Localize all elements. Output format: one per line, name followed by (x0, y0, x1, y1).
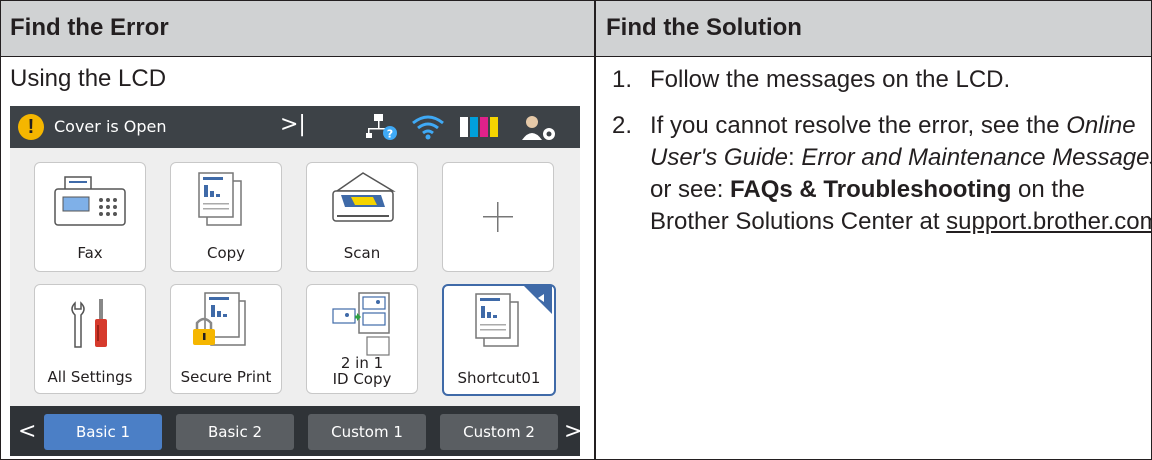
rule-middle (594, 0, 596, 460)
using-lcd-label: Using the LCD (10, 65, 167, 92)
scan-label: Scan (343, 244, 381, 262)
error-solution-table: Find the Error Find the Solution Using t… (0, 0, 1152, 460)
id-copy-label-1: 2 in 1 (340, 354, 384, 372)
step-1-number: 1. (612, 66, 633, 93)
lcd-status-bar: ! Cover is Open >| ? (10, 106, 580, 148)
step-2-or-see: or see: (650, 176, 731, 203)
warning-icon[interactable]: ! (18, 114, 44, 140)
step-2-text: If you cannot resolve the error, see the… (650, 110, 1152, 238)
step-2-intro: If you cannot resolve the error, see the (650, 112, 1060, 139)
shortcut01-label: Shortcut01 (457, 369, 541, 387)
fax-label: Fax (77, 244, 103, 262)
header-find-error-text: Find the Error (10, 14, 169, 41)
rule-left (0, 0, 1, 460)
tab-basic-1[interactable]: Basic 1 (44, 414, 162, 450)
svg-text:?: ? (387, 128, 393, 141)
wrench-screwdriver-icon (71, 299, 107, 348)
error-messages-ref: Error and Maintenance Messages (801, 144, 1152, 171)
rule-header (0, 56, 1152, 57)
next-page-icon[interactable]: >| (280, 112, 306, 137)
all-settings-tile[interactable]: All Settings (34, 284, 146, 394)
tab-next-icon[interactable]: > (564, 414, 580, 450)
header-find-solution: Find the Solution (596, 0, 1152, 56)
wifi-icon[interactable] (410, 114, 446, 140)
id-copy-tile[interactable]: 2 in 1 ID Copy (306, 284, 418, 394)
copy-label: Copy (206, 244, 246, 262)
copy-tile[interactable]: Copy (170, 162, 282, 272)
copy-icon (198, 172, 242, 226)
tab-basic-2[interactable]: Basic 2 (176, 414, 294, 450)
lcd-screen: ! Cover is Open >| ? Fax Copy Scan All S… (10, 106, 580, 456)
rule-top (0, 0, 1152, 1)
step-2-number: 2. (612, 112, 633, 139)
lcd-tab-bar: < Basic 1 Basic 2 Custom 1 Custom 2 > (10, 406, 580, 456)
status-message[interactable]: Cover is Open (54, 117, 167, 136)
id-copy-icon (332, 292, 390, 356)
ink-levels-icon[interactable] (460, 117, 500, 137)
all-settings-label: All Settings (47, 368, 133, 386)
secure-print-tile[interactable]: Secure Print (170, 284, 282, 394)
id-copy-label-2: ID Copy (332, 370, 392, 388)
scan-icon (332, 172, 396, 222)
plus-icon (483, 202, 513, 232)
header-find-solution-text: Find the Solution (606, 14, 802, 41)
header-find-error: Find the Error (0, 0, 594, 56)
secure-print-icon (193, 292, 246, 346)
step-1-text: Follow the messages on the LCD. (650, 66, 1011, 93)
fax-icon (54, 176, 126, 226)
tab-custom-1[interactable]: Custom 1 (308, 414, 426, 450)
fax-tile[interactable]: Fax (34, 162, 146, 272)
tab-custom-2[interactable]: Custom 2 (440, 414, 558, 450)
step-2-colon: : (787, 144, 802, 171)
secure-print-label: Secure Print (180, 368, 272, 386)
support-link[interactable]: support.brother.com (946, 208, 1152, 235)
wired-network-icon[interactable]: ? (366, 112, 400, 142)
scan-tile[interactable]: Scan (306, 162, 418, 272)
faqs-troubleshooting-ref: FAQs & Troubleshooting (730, 176, 1012, 203)
shortcut-doc-icon (475, 286, 552, 347)
admin-settings-icon[interactable] (520, 114, 560, 142)
tab-prev-icon[interactable]: < (18, 414, 36, 450)
add-shortcut-tile[interactable] (442, 162, 554, 272)
shortcut01-tile[interactable]: Shortcut01 (442, 284, 556, 396)
